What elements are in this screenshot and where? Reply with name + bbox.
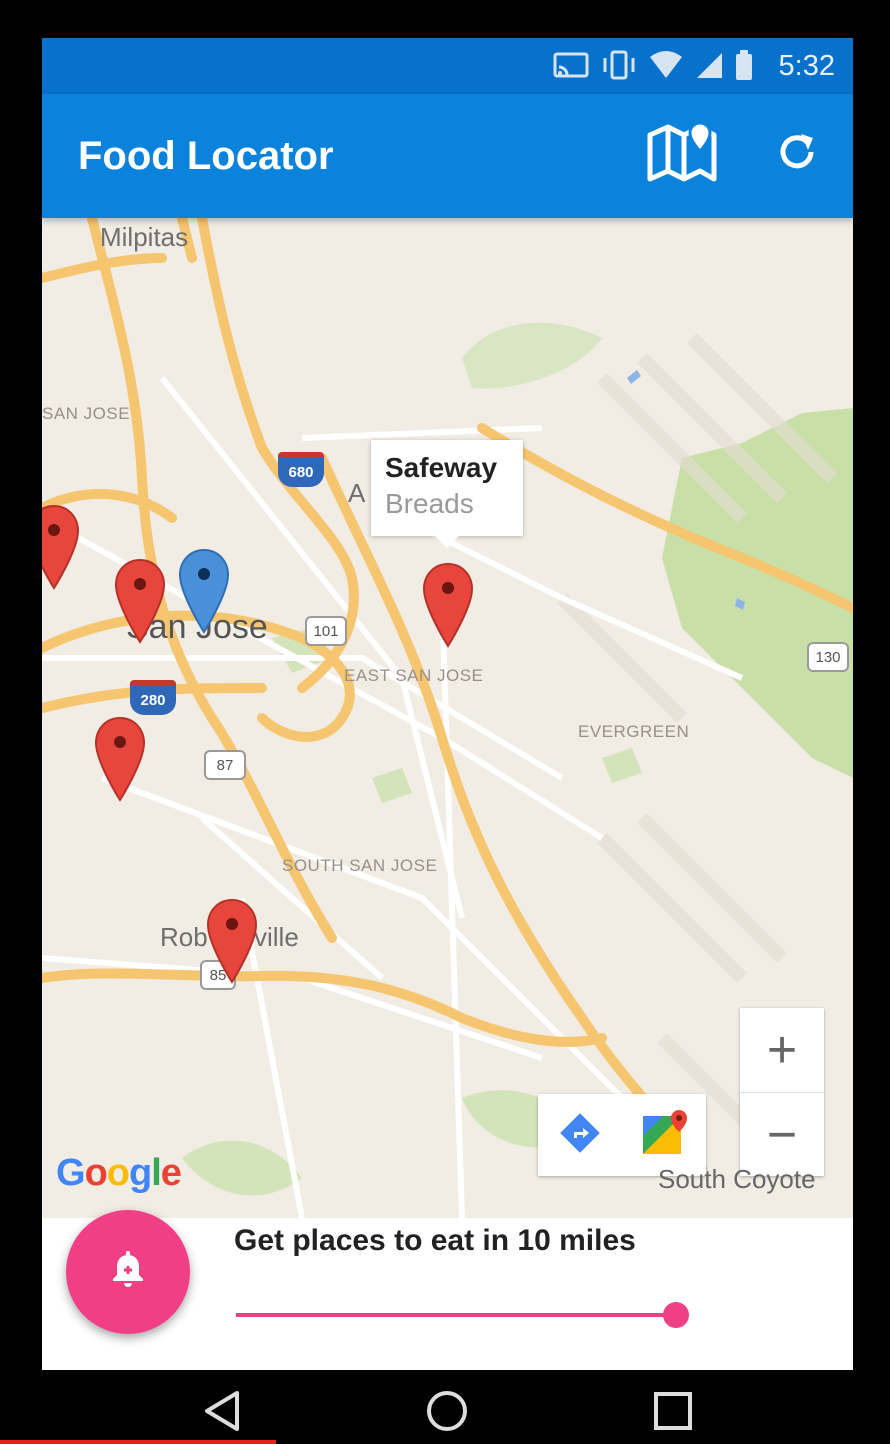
map-icon [646, 120, 718, 188]
zoom-in-button[interactable]: + [740, 1008, 824, 1092]
wifi-icon [649, 51, 683, 84]
highway-87-shield: 87 [204, 750, 246, 780]
place-east-san-jose: EAST SAN JOSE [344, 666, 484, 685]
restaurant-marker[interactable] [206, 898, 258, 984]
video-progress-bar [0, 1440, 276, 1444]
directions-icon [558, 1111, 602, 1160]
place-robertsville-end: ville [254, 922, 299, 952]
current-location-marker[interactable] [178, 548, 230, 634]
place-robertsville-start: Rob [160, 922, 208, 952]
place-san-jose-small: SAN JOSE [42, 404, 131, 423]
app-bar: Food Locator [42, 94, 853, 218]
battery-icon [735, 50, 753, 85]
place-south-san-jose: SOUTH SAN JOSE [282, 856, 438, 875]
directions-button[interactable] [538, 1094, 622, 1176]
signal-icon [695, 51, 723, 84]
cast-icon [553, 51, 589, 84]
marker-info-window[interactable]: Safeway Breads [371, 440, 523, 548]
app-title: Food Locator [78, 134, 334, 178]
map-view-button[interactable] [642, 120, 722, 184]
place-south-coyote: South Coyote [658, 1164, 816, 1194]
place-partial-a: A [348, 478, 366, 508]
home-button[interactable] [422, 1388, 472, 1438]
restaurant-marker[interactable] [42, 504, 80, 590]
info-window-title: Safeway [385, 452, 498, 483]
restaurant-marker[interactable] [94, 716, 146, 802]
highway-130-shield: 130 [807, 642, 849, 672]
slider-track [236, 1313, 676, 1317]
map-view[interactable]: 680 101 280 87 85 130 Milpitas SAN JOSE … [42, 218, 853, 1218]
recents-button[interactable] [648, 1388, 698, 1438]
notification-bell-icon [107, 1249, 149, 1296]
highway-101-shield: 101 [305, 616, 347, 646]
info-window-subtitle: Breads [385, 488, 474, 519]
home-icon [425, 1389, 469, 1438]
map-base-layer [42, 218, 853, 1218]
phone-screen: 5:32 Food Locator 680 101 280 87 85 130 … [42, 38, 853, 1370]
refresh-button[interactable] [767, 124, 827, 184]
place-milpitas: Milpitas [100, 222, 189, 252]
status-time: 5:32 [778, 50, 835, 82]
safeway-marker[interactable] [422, 562, 474, 648]
place-evergreen: EVERGREEN [578, 722, 690, 741]
status-icons [553, 50, 753, 85]
radius-label: Get places to eat in 10 miles [234, 1224, 636, 1257]
zoom-controls: + − [740, 1008, 824, 1176]
notify-fab-button[interactable] [66, 1210, 190, 1334]
google-maps-icon [639, 1108, 689, 1163]
restaurant-marker[interactable] [114, 558, 166, 644]
back-icon [201, 1389, 245, 1438]
google-logo: Google [56, 1152, 182, 1194]
back-button[interactable] [198, 1388, 248, 1438]
navigation-bar [0, 1370, 890, 1444]
slider-thumb[interactable] [663, 1302, 689, 1328]
vibrate-icon [601, 50, 637, 85]
highway-680-shield: 680 [278, 452, 324, 487]
radius-slider[interactable] [236, 1300, 689, 1330]
highway-280-shield: 280 [130, 680, 176, 715]
status-bar: 5:32 [42, 38, 853, 94]
recents-icon [651, 1389, 695, 1438]
refresh-icon [775, 130, 819, 179]
